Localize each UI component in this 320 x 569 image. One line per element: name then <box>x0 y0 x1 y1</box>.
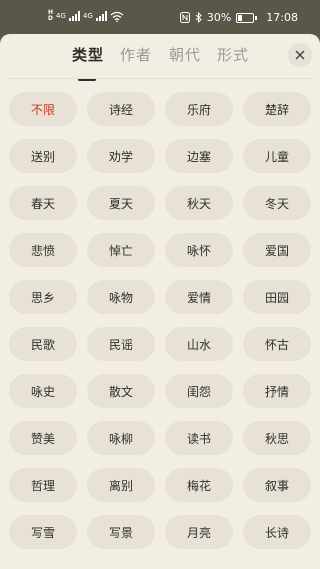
category-chip[interactable]: 边塞 <box>165 139 233 173</box>
category-chip[interactable]: 冬天 <box>243 186 311 220</box>
battery-percent: 30% <box>206 11 232 24</box>
category-chip[interactable]: 读书 <box>165 421 233 455</box>
status-bar: HD 4G 4G 30% 17:08 <box>0 0 320 34</box>
category-chip[interactable]: 田园 <box>243 280 311 314</box>
category-chip[interactable]: 写雪 <box>9 515 77 549</box>
category-chip[interactable]: 秋天 <box>165 186 233 220</box>
close-icon <box>295 50 305 60</box>
tab-bar: 类型 作者 朝代 形式 <box>0 44 320 81</box>
category-chip[interactable]: 送别 <box>9 139 77 173</box>
category-chip[interactable]: 月亮 <box>165 515 233 549</box>
divider <box>8 78 312 79</box>
category-chip[interactable]: 诗经 <box>87 92 155 126</box>
category-chip[interactable]: 散文 <box>87 374 155 408</box>
close-button[interactable] <box>288 43 312 67</box>
category-chip[interactable]: 咏柳 <box>87 421 155 455</box>
category-chip[interactable]: 写景 <box>87 515 155 549</box>
filter-sheet: 类型 作者 朝代 形式 不限 诗经 乐府 楚辞送别 劝学 边塞 儿童春天 夏天 秋天 冬天悲愤 悼亡… <box>0 34 320 569</box>
hd-icon: HD <box>48 9 54 22</box>
category-chip[interactable]: 闺怨 <box>165 374 233 408</box>
battery-icon <box>236 12 258 23</box>
category-chip[interactable]: 悲愤 <box>9 233 77 267</box>
category-chip[interactable]: 春天 <box>9 186 77 220</box>
clock: 17:08 <box>266 11 298 24</box>
network-label-2: 4G <box>82 12 93 20</box>
tab-dynasty[interactable]: 朝代 <box>169 44 201 65</box>
category-chip[interactable]: 抒情 <box>243 374 311 408</box>
wifi-icon <box>110 11 124 22</box>
category-chip[interactable]: 不限 <box>9 92 77 126</box>
signal-icon <box>68 11 80 21</box>
category-chip[interactable]: 爱情 <box>165 280 233 314</box>
category-chip[interactable]: 劝学 <box>87 139 155 173</box>
network-label-1: 4G <box>56 12 66 20</box>
bluetooth-icon <box>195 12 202 23</box>
nfc-icon <box>179 12 190 23</box>
category-chip[interactable]: 思乡 <box>9 280 77 314</box>
category-chip[interactable]: 哲理 <box>9 468 77 502</box>
category-chip[interactable]: 咏怀 <box>165 233 233 267</box>
category-chip[interactable]: 咏史 <box>9 374 77 408</box>
category-chip[interactable]: 怀古 <box>243 327 311 361</box>
category-chip[interactable]: 离别 <box>87 468 155 502</box>
status-left: HD 4G 4G <box>48 10 124 22</box>
category-chip[interactable]: 咏物 <box>87 280 155 314</box>
tab-type[interactable]: 类型 <box>72 44 104 65</box>
category-chip[interactable]: 民谣 <box>87 327 155 361</box>
category-chip[interactable]: 民歌 <box>9 327 77 361</box>
status-right: 30% 17:08 <box>179 11 298 24</box>
category-chip[interactable]: 梅花 <box>165 468 233 502</box>
category-chip[interactable]: 乐府 <box>165 92 233 126</box>
category-chip[interactable]: 赞美 <box>9 421 77 455</box>
category-chip[interactable]: 悼亡 <box>87 233 155 267</box>
category-chip[interactable]: 山水 <box>165 327 233 361</box>
tab-form[interactable]: 形式 <box>217 44 249 65</box>
category-chip[interactable]: 夏天 <box>87 186 155 220</box>
category-chip[interactable]: 叙事 <box>243 468 311 502</box>
category-chip[interactable]: 长诗 <box>243 515 311 549</box>
category-chip[interactable]: 楚辞 <box>243 92 311 126</box>
category-chip[interactable]: 爱国 <box>243 233 311 267</box>
tab-author[interactable]: 作者 <box>120 44 152 65</box>
category-chip[interactable]: 秋思 <box>243 421 311 455</box>
category-chip[interactable]: 儿童 <box>243 139 311 173</box>
signal-icon-2 <box>95 11 107 21</box>
